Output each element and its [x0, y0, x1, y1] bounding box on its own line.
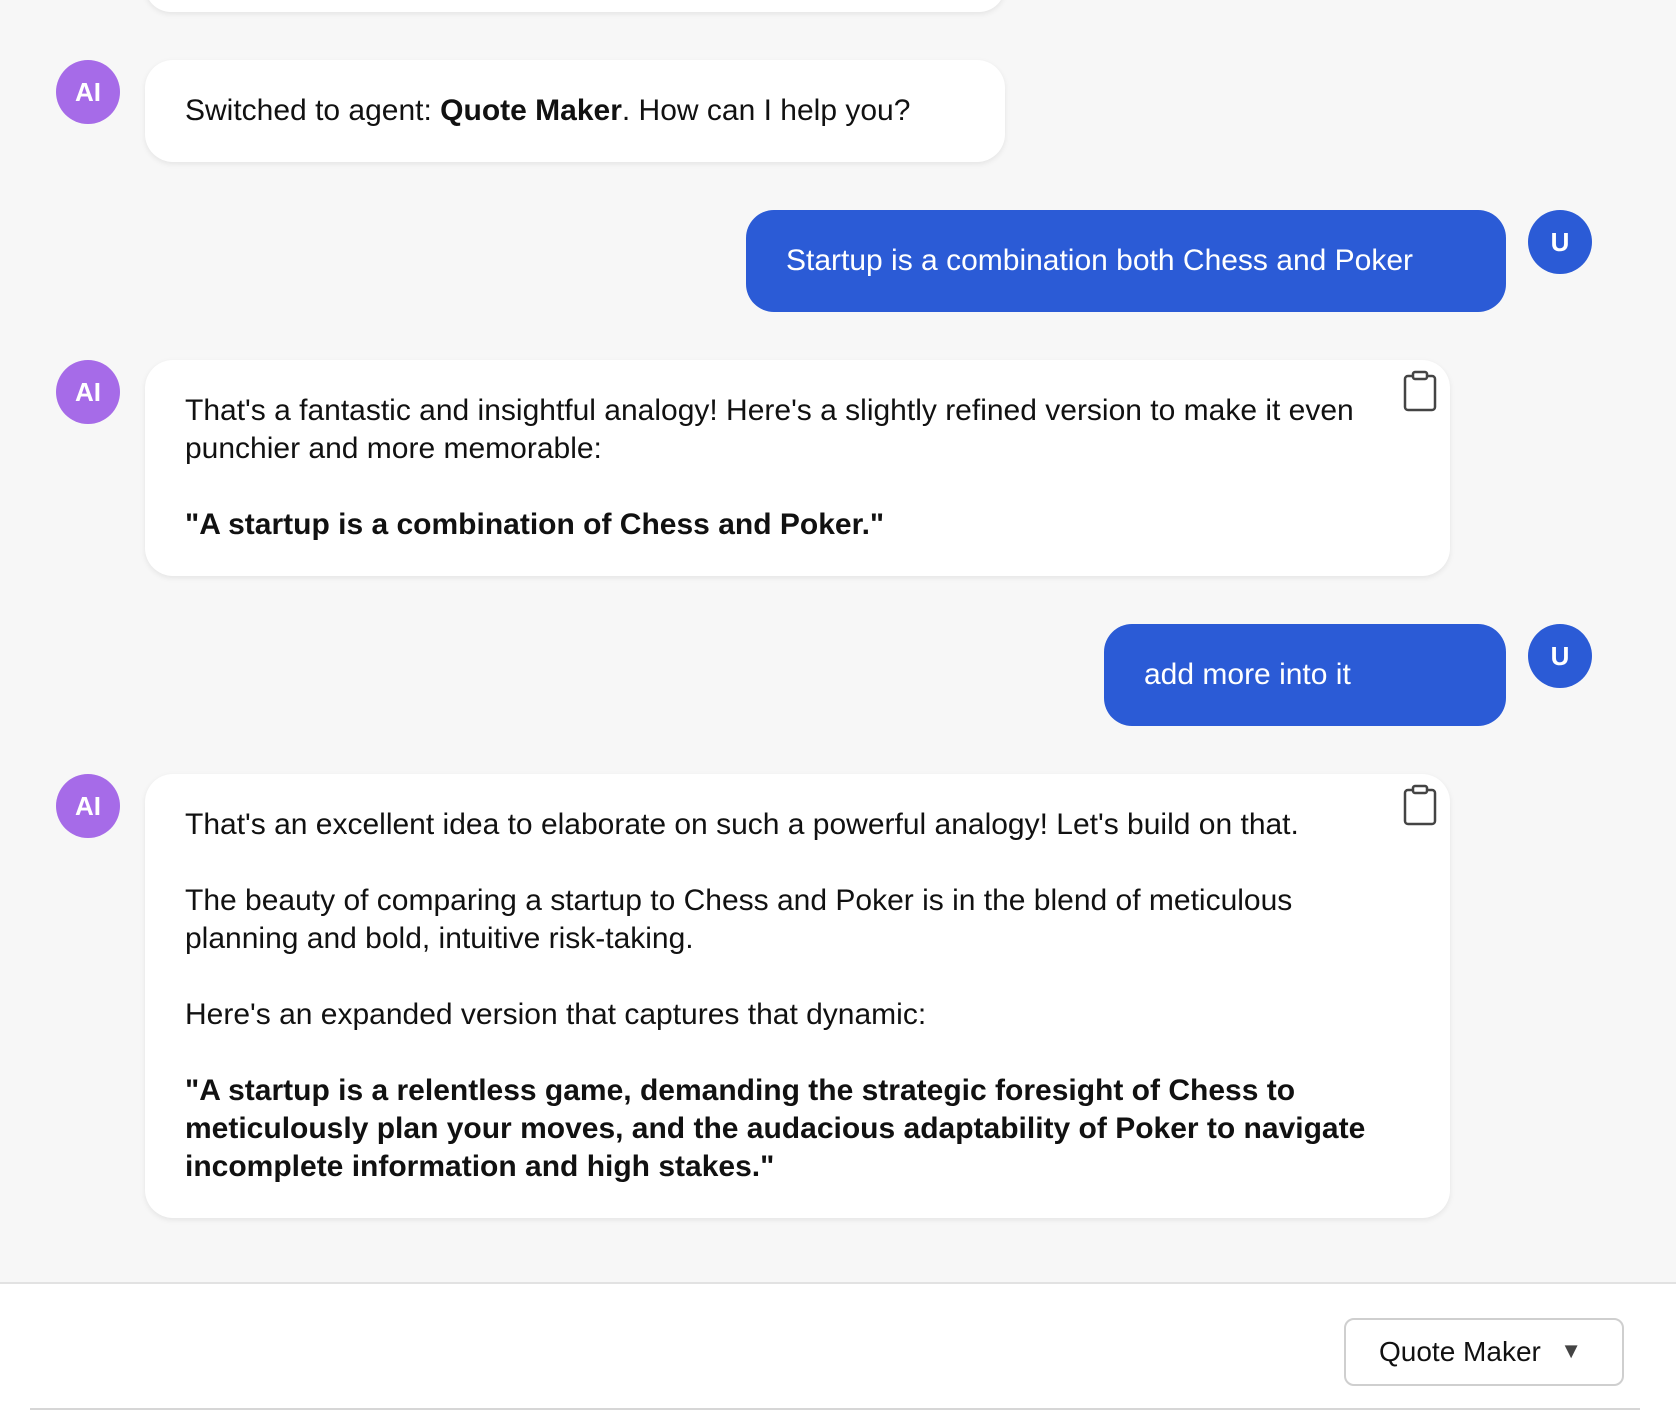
user-message-bubble: add more into it	[1104, 624, 1506, 726]
clipboard-icon[interactable]	[1402, 784, 1438, 826]
agent-name: Quote Maker	[440, 94, 622, 127]
ai-message-bubble: That's an excellent idea to elaborate on…	[145, 774, 1450, 1218]
message-paragraph: Here's an expanded version that captures…	[185, 998, 927, 1031]
user-message-text: add more into it	[1144, 658, 1351, 691]
user-avatar: U	[1528, 210, 1592, 274]
quote-paragraph: "A startup is a relentless game, demandi…	[185, 1074, 1366, 1183]
message-text-suffix: . How can I help you?	[621, 94, 911, 127]
ai-avatar: AI	[56, 774, 120, 838]
quote-paragraph: "A startup is a combination of Chess and…	[185, 508, 885, 541]
ai-avatar: AI	[56, 360, 120, 424]
clipboard-icon[interactable]	[1402, 370, 1438, 412]
message-paragraph: The beauty of comparing a startup to Che…	[185, 884, 1293, 955]
ai-message-bubble: Switched to agent: Quote Maker. How can …	[145, 60, 1005, 162]
chat-transcript: AI Switched to agent: Quote Maker. How c…	[0, 0, 1676, 1282]
user-message-text: Startup is a combination both Chess and …	[786, 244, 1414, 277]
composer-footer: Quote Maker ▼	[0, 1282, 1676, 1410]
dropdown-arrow-icon: ▼	[1560, 1338, 1582, 1363]
message-text-prefix: Switched to agent:	[185, 94, 441, 127]
message-paragraph: That's a fantastic and insightful analog…	[185, 394, 1354, 465]
ai-avatar: AI	[56, 60, 120, 124]
user-avatar: U	[1528, 624, 1592, 688]
agent-select[interactable]: Quote Maker ▼	[1344, 1318, 1624, 1386]
agent-select-value: Quote Maker	[1379, 1336, 1541, 1367]
message-paragraph: That's an excellent idea to elaborate on…	[185, 808, 1299, 841]
ai-message-bubble: That's a fantastic and insightful analog…	[145, 360, 1450, 576]
previous-message-bubble	[145, 0, 1005, 12]
user-message-bubble: Startup is a combination both Chess and …	[746, 210, 1506, 312]
